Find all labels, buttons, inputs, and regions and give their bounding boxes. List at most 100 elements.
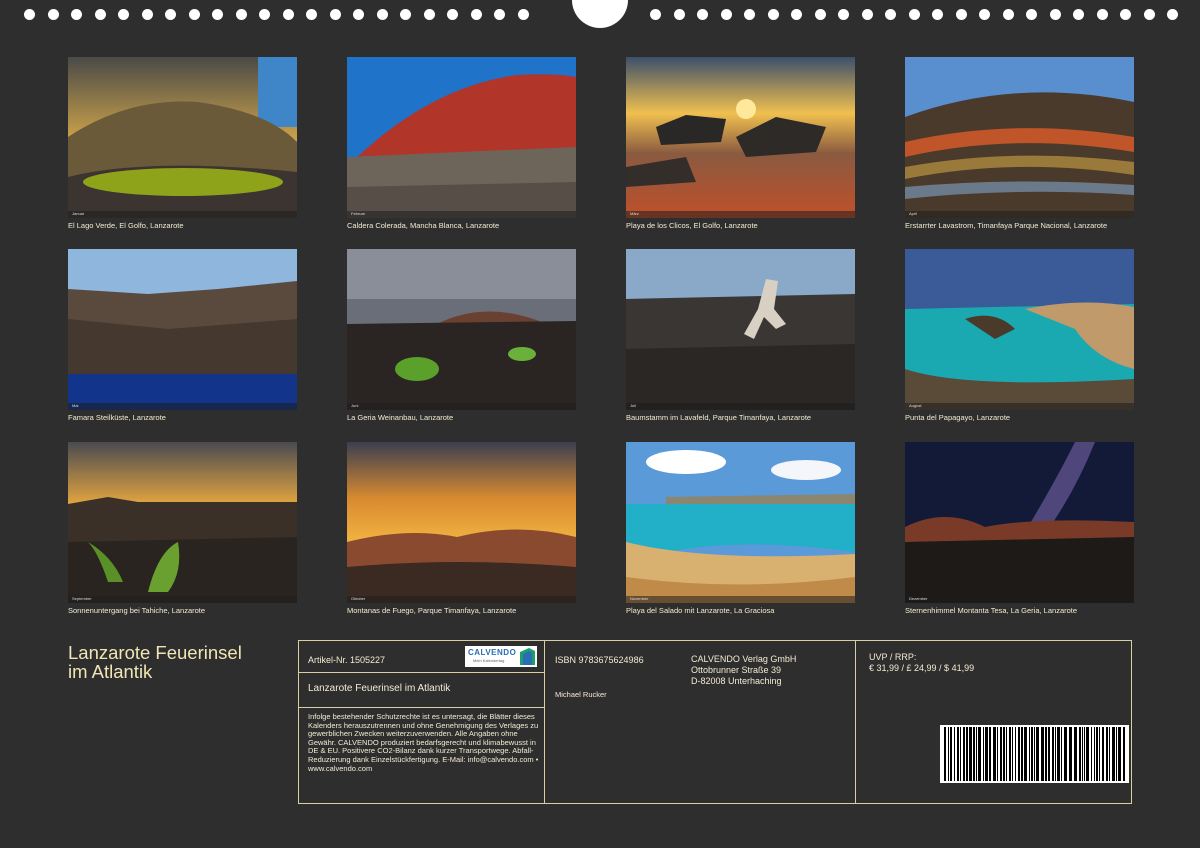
binding-hole xyxy=(259,9,270,20)
photo-card-1: Januar El Lago Verde, El Golfo, Lanzarot… xyxy=(68,57,297,230)
month-label: Februar xyxy=(351,211,366,216)
photo-caption: Erstarrter Lavastrom, Timanfaya Parque N… xyxy=(905,221,1108,230)
photo-1: Januar xyxy=(68,57,297,218)
binding-hole xyxy=(118,9,129,20)
month-label: Mai xyxy=(72,403,79,408)
logo-subline: Mein Kalendertag xyxy=(473,658,505,663)
binding-hole xyxy=(188,9,200,20)
photo-caption: Caldera Colerada, Mancha Blanca, Lanzaro… xyxy=(347,221,500,230)
info-panel: Artikel-Nr. 1505227 CALVENDO Mein Kalend… xyxy=(298,640,1132,804)
author: Michael Rucker xyxy=(555,690,607,699)
binding-hole xyxy=(979,9,990,20)
photo-caption: La Geria Weinanbau, Lanzarote xyxy=(347,413,454,422)
binding-hole xyxy=(791,9,802,20)
binding-hole xyxy=(212,9,223,20)
calvendo-logo-icon xyxy=(520,648,535,665)
month-label: September xyxy=(72,596,92,601)
binding-hole xyxy=(24,9,35,20)
binding-hole xyxy=(353,9,364,20)
binding-hole xyxy=(470,9,482,20)
month-label: November xyxy=(630,596,649,601)
photo-3: März xyxy=(626,57,855,218)
binding-hole xyxy=(1120,9,1131,20)
binding-hole xyxy=(1167,9,1178,20)
legal-notice: Infolge bestehender Schutzrechte ist es … xyxy=(308,712,539,773)
binding-hole xyxy=(494,9,505,20)
binding-hole xyxy=(282,9,294,20)
month-label: Juni xyxy=(351,403,359,408)
product-title: Lanzarote Feuerinsel im Atlantik xyxy=(308,683,451,694)
photo-caption: Punta del Papagayo, Lanzarote xyxy=(905,413,1011,422)
photo-caption: Playa de los Clicos, El Golfo, Lanzarote xyxy=(626,221,758,230)
binding-hole xyxy=(838,9,849,20)
photo-caption: Sternenhimmel Montanta Tesa, La Geria, L… xyxy=(905,606,1078,615)
photo-caption: Baumstamm im Lavafeld, Parque Timanfaya,… xyxy=(626,413,812,422)
photo-7: Juli xyxy=(626,249,855,410)
photo-card-6: Juni La Geria Weinanbau, Lanzarote xyxy=(347,249,576,422)
binding-hole xyxy=(955,9,967,20)
calendar-binding xyxy=(0,0,1200,30)
photo-caption: Playa del Salado mit Lanzarote, La Graci… xyxy=(626,606,775,615)
binding-hole xyxy=(1073,9,1084,20)
photo-8: August xyxy=(905,249,1134,410)
binding-hole xyxy=(329,9,341,20)
photo-card-9: September Sonnenuntergang bei Tahiche, L… xyxy=(68,442,297,615)
binding-hole xyxy=(235,9,247,20)
month-label: Dezember xyxy=(909,596,928,601)
publisher-street: Ottobrunner Straße 39 xyxy=(691,665,782,675)
binding-hole xyxy=(744,9,755,20)
photo-10: Oktober xyxy=(347,442,576,603)
photo-card-4: April Erstarrter Lavastrom, Timanfaya Pa… xyxy=(905,57,1134,230)
binding-hole xyxy=(1026,9,1037,20)
barcode-graphic xyxy=(944,727,1125,781)
calendar-title: Lanzarote Feuerinsel im Atlantik xyxy=(68,642,242,682)
binding-hole xyxy=(650,9,661,20)
binding-hole xyxy=(885,9,896,20)
photo-caption: Famara Steilküste, Lanzarote xyxy=(68,413,166,422)
publisher-city: D-82008 Unterhaching xyxy=(691,676,782,686)
binding-hole xyxy=(376,9,388,20)
photo-caption: Montanas de Fuego, Parque Timanfaya, Lan… xyxy=(347,606,517,615)
photo-card-5: Mai Famara Steilküste, Lanzarote xyxy=(68,249,297,422)
binding-hole xyxy=(814,9,826,20)
photo-card-8: August Punta del Papagayo, Lanzarote xyxy=(905,249,1134,422)
month-label: August xyxy=(909,403,922,408)
binding-hole xyxy=(447,9,458,20)
photo-card-2: Februar Caldera Colerada, Mancha Blanca,… xyxy=(347,57,576,230)
binding-hole xyxy=(673,9,685,20)
binding-hole xyxy=(1096,9,1108,20)
photo-4: April xyxy=(905,57,1134,218)
binding-hole xyxy=(423,9,435,20)
binding-hole xyxy=(517,9,529,20)
binding-hole xyxy=(861,9,873,20)
photo-card-3: März Playa de los Clicos, El Golfo, Lanz… xyxy=(626,57,855,230)
month-label: April xyxy=(909,211,918,216)
photo-card-7: Juli Baumstamm im Lavafeld, Parque Timan… xyxy=(626,249,855,422)
binding-hole xyxy=(47,9,59,20)
photo-caption: El Lago Verde, El Golfo, Lanzarote xyxy=(68,221,184,230)
binding-hole xyxy=(165,9,176,20)
isbn: ISBN 9783675624986 xyxy=(555,655,644,665)
photo-5: Mai xyxy=(68,249,297,410)
photo-11: November xyxy=(626,442,855,603)
calvendo-logo: CALVENDO Mein Kalendertag xyxy=(465,646,537,667)
binding-hole xyxy=(720,9,732,20)
price-label: UVP / RRP: xyxy=(869,652,917,662)
binding-hole xyxy=(908,9,920,20)
binding-hole xyxy=(1002,9,1014,20)
photo-card-10: Oktober Montanas de Fuego, Parque Timanf… xyxy=(347,442,576,615)
logo-brand: CALVENDO xyxy=(468,648,517,657)
photo-9: September xyxy=(68,442,297,603)
photo-caption: Sonnenuntergang bei Tahiche, Lanzarote xyxy=(68,606,206,615)
binding-hole xyxy=(1143,9,1155,20)
binding-hole xyxy=(306,9,317,20)
month-label: Juli xyxy=(630,403,637,408)
binding-hole xyxy=(94,9,106,20)
photo-card-12: Dezember Sternenhimmel Montanta Tesa, La… xyxy=(905,442,1134,615)
publisher-name: CALVENDO Verlag GmbH xyxy=(691,654,797,664)
binding-hole xyxy=(697,9,708,20)
photo-card-11: November Playa del Salado mit Lanzarote,… xyxy=(626,442,855,615)
hanger-cutout xyxy=(572,0,628,28)
month-label: März xyxy=(630,211,639,216)
article-number: Artikel-Nr. 1505227 xyxy=(308,655,386,665)
